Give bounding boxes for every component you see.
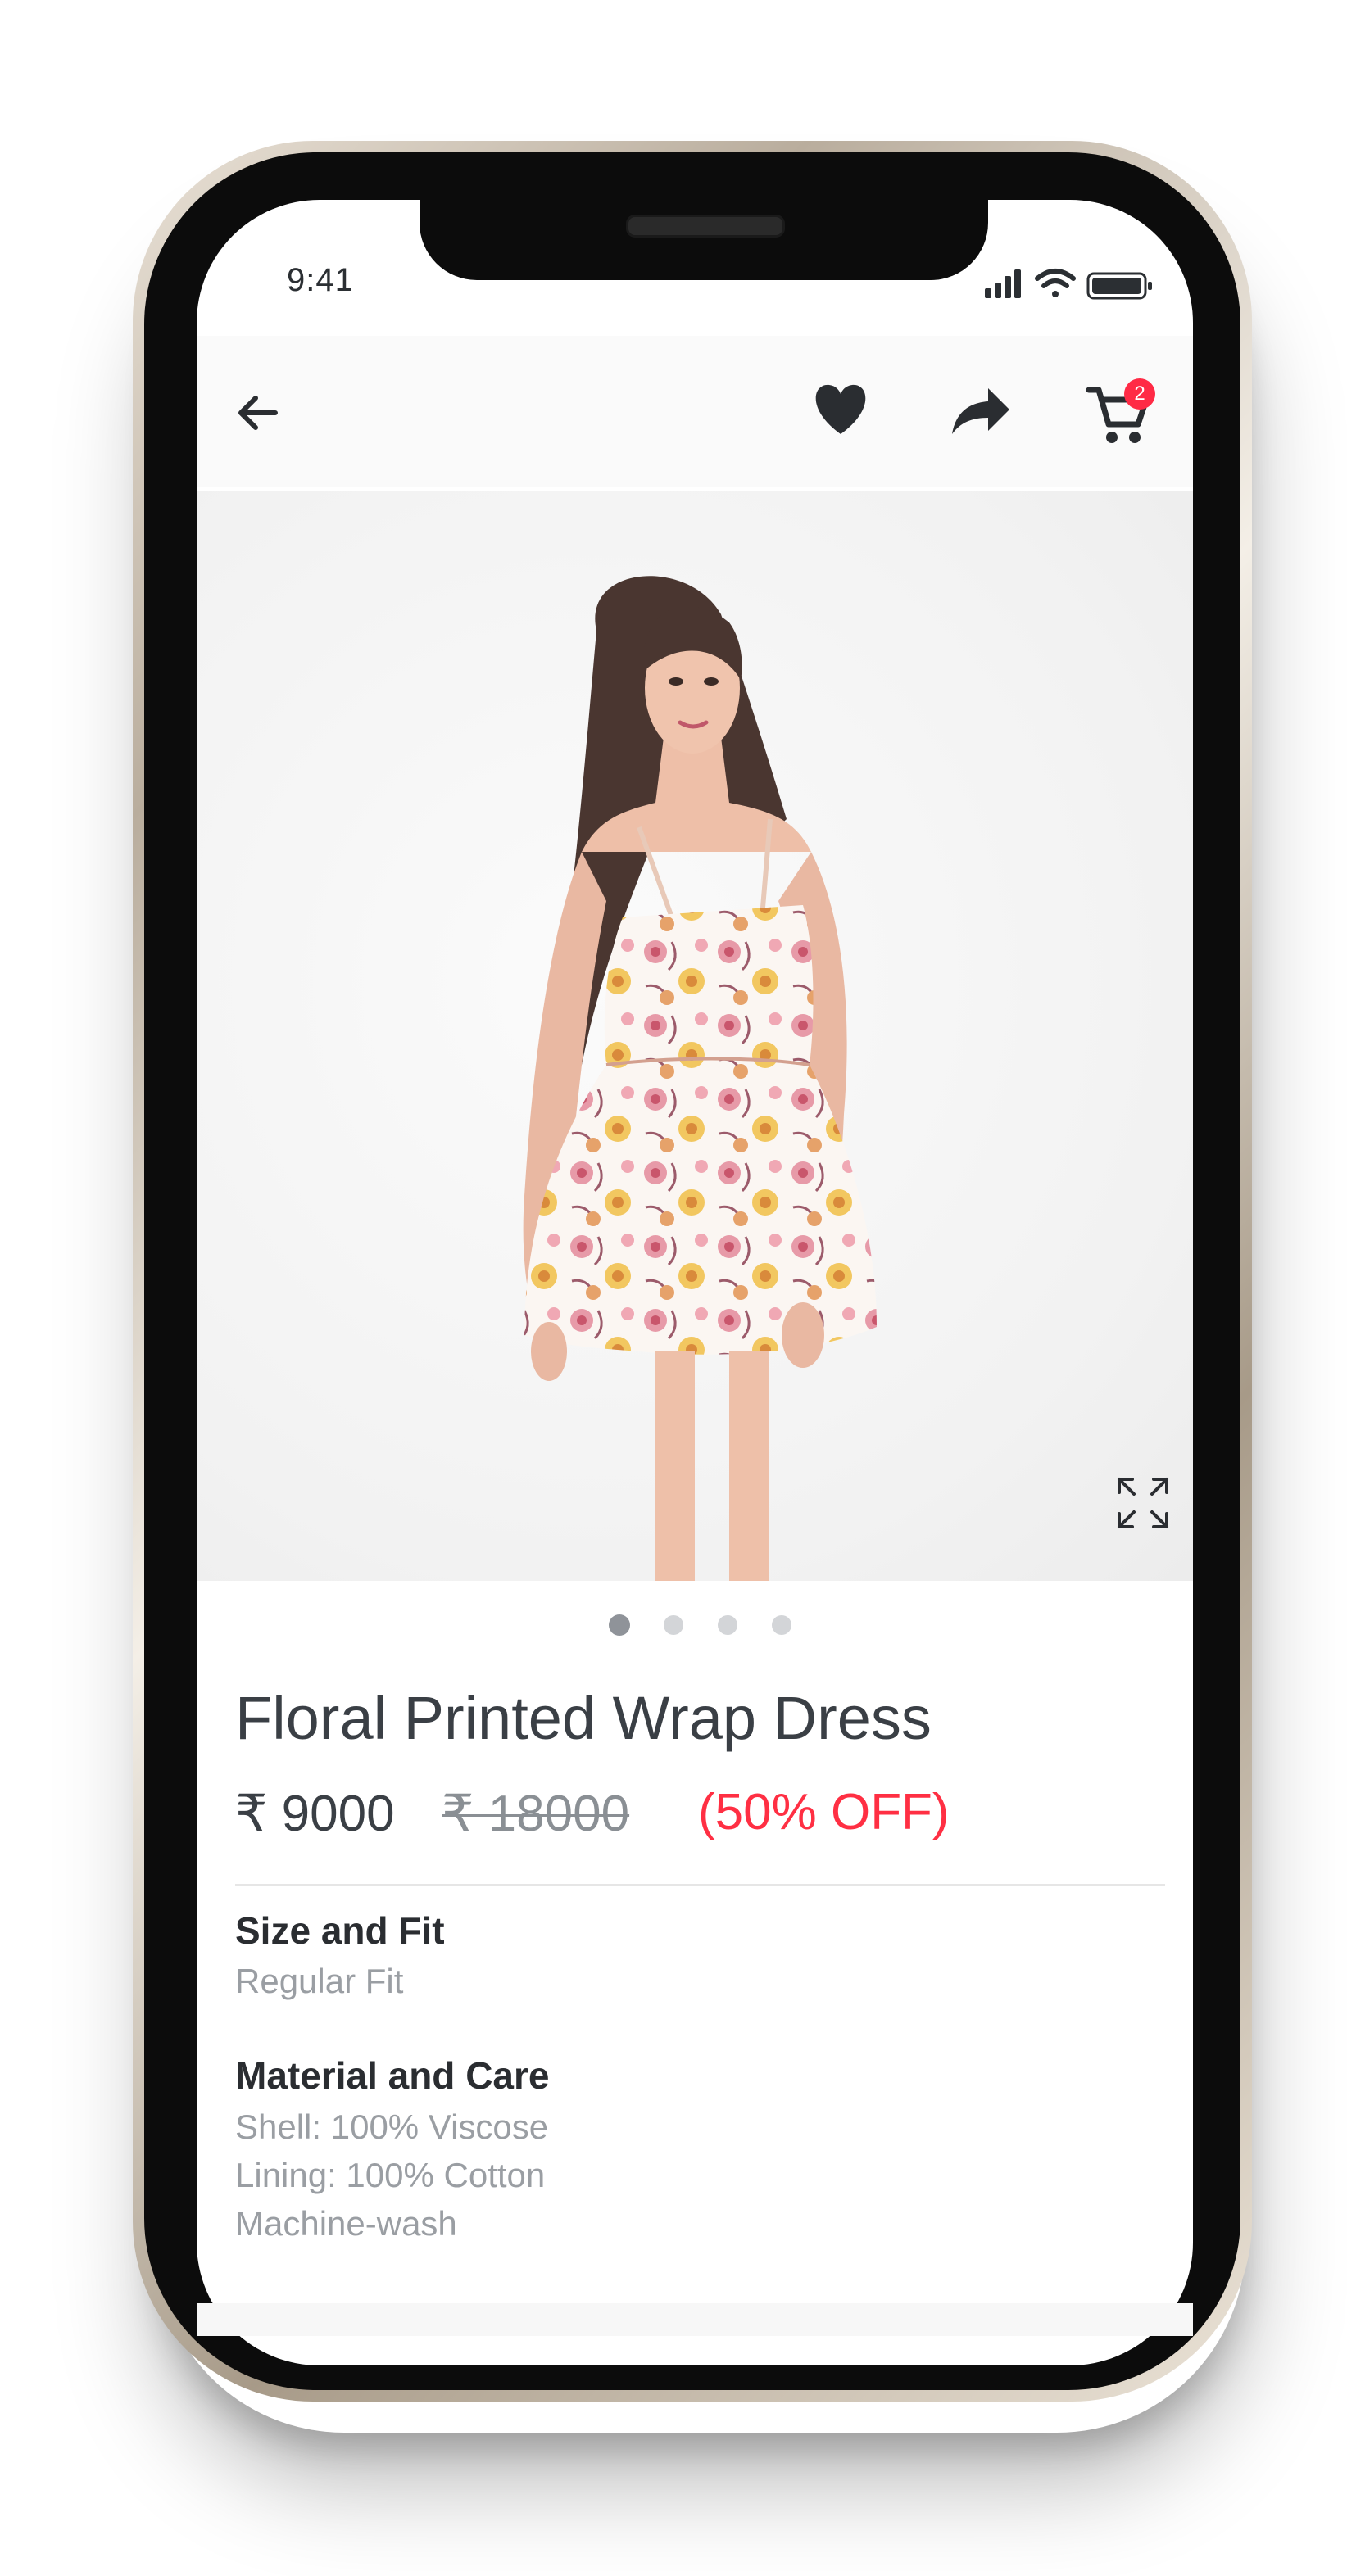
product-photo	[523, 576, 877, 1581]
share-icon[interactable]	[950, 385, 1013, 437]
product-title: Floral Printed Wrap Dress	[235, 1684, 932, 1752]
toolbar	[197, 336, 1193, 487]
product-image[interactable]	[197, 491, 1193, 1581]
original-price: ₹ 18000	[442, 1786, 630, 1842]
selling-price: ₹ 9000	[235, 1786, 395, 1842]
phone-notch	[420, 200, 988, 280]
size-fit-value: Regular Fit	[235, 1962, 404, 2000]
divider	[235, 1884, 1165, 1886]
image-pagination	[609, 1614, 791, 1636]
wifi-icon	[1035, 269, 1076, 297]
heart-icon[interactable]	[811, 382, 870, 437]
speaker-grille	[626, 215, 785, 238]
bottom-strip	[197, 2303, 1193, 2336]
battery-icon	[1086, 272, 1152, 300]
signal-icon	[985, 269, 1021, 298]
cart-count-badge: 2	[1124, 378, 1155, 410]
material-care-heading: Material and Care	[235, 2054, 550, 2097]
material-line: Machine-wash	[235, 2204, 457, 2243]
material-line: Lining: 100% Cotton	[235, 2156, 546, 2194]
pagination-dot-active[interactable]	[609, 1614, 630, 1636]
pagination-dot[interactable]	[772, 1615, 791, 1635]
status-icons	[985, 269, 1152, 300]
size-fit-heading: Size and Fit	[235, 1909, 445, 1952]
expand-icon[interactable]	[1114, 1474, 1172, 1532]
pagination-dot[interactable]	[664, 1615, 683, 1635]
arrow-left-icon[interactable]	[231, 387, 283, 439]
mockup-stage: 9:41 2 Floral Printed Wrap Dress ₹ 9000 …	[0, 0, 1347, 2576]
status-time: 9:41	[287, 262, 354, 298]
material-line: Shell: 100% Viscose	[235, 2107, 549, 2146]
discount-label: (50% OFF)	[698, 1784, 950, 1840]
pagination-dot[interactable]	[718, 1615, 737, 1635]
